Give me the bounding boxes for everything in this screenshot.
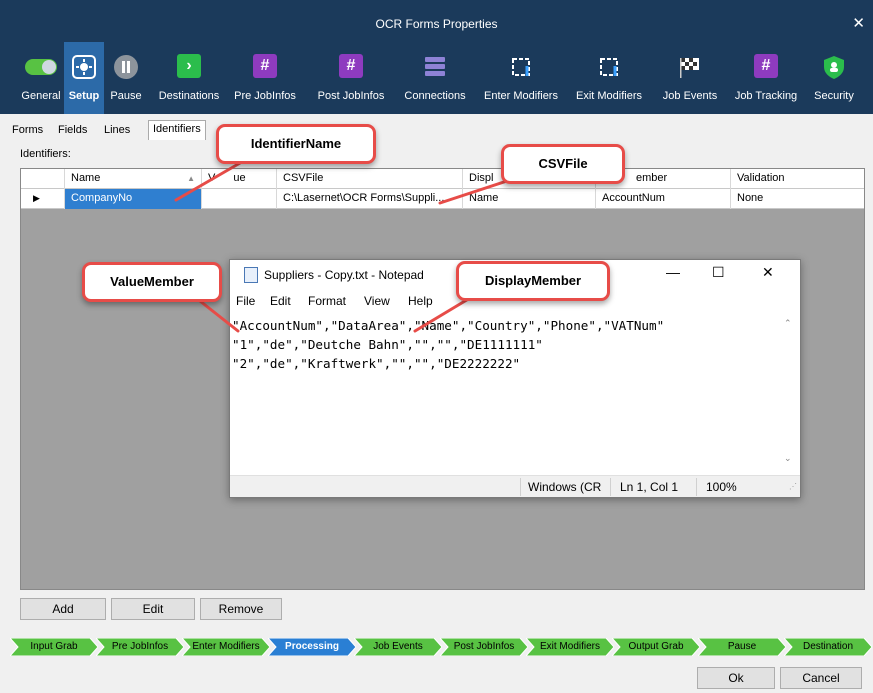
callout-valuemember: ValueMember (82, 262, 222, 302)
remove-button[interactable]: Remove (200, 598, 282, 620)
ok-button[interactable]: Ok (697, 667, 775, 689)
arrow-valuemember (198, 299, 240, 333)
process-step: Post JobInfos (440, 638, 528, 656)
process-step: Pre JobInfos (96, 638, 184, 656)
cancel-button[interactable]: Cancel (780, 667, 862, 689)
process-step: Enter Modifiers (182, 638, 270, 656)
process-step: Exit Modifiers (526, 638, 614, 656)
process-step-label: Pause (727, 641, 757, 652)
process-step: Processing (268, 638, 356, 656)
arrow-csvfile (438, 178, 512, 205)
process-step: Pause (698, 638, 786, 656)
process-step-label: Exit Modifiers (539, 641, 600, 652)
process-step-label: Destination (802, 641, 854, 652)
arrow-identifiername (174, 161, 242, 202)
edit-button[interactable]: Edit (111, 598, 195, 620)
process-step-label: Output Grab (628, 641, 684, 652)
process-step: Output Grab (612, 638, 700, 656)
callout-arrows (174, 161, 512, 333)
callout-identifiername: IdentifierName (216, 124, 376, 164)
callout-csvfile: CSVFile (501, 144, 625, 184)
process-step-label: Input Grab (30, 641, 78, 652)
process-step: Job Events (354, 638, 442, 656)
process-bar: Input Grab Pre JobInfos Enter Modifiers Pro… (10, 638, 873, 656)
process-step-label: Post JobInfos (453, 641, 515, 652)
process-step-label: Enter Modifiers (192, 641, 260, 652)
process-step-label: Pre JobInfos (111, 641, 169, 652)
add-button[interactable]: Add (20, 598, 106, 620)
process-step-label: Job Events (373, 641, 423, 652)
process-step: Input Grab (10, 638, 98, 656)
callout-displaymember: DisplayMember (456, 261, 610, 301)
process-step: Destination (784, 638, 872, 656)
arrow-displaymember (413, 296, 472, 333)
process-step-label: Processing (285, 641, 339, 652)
